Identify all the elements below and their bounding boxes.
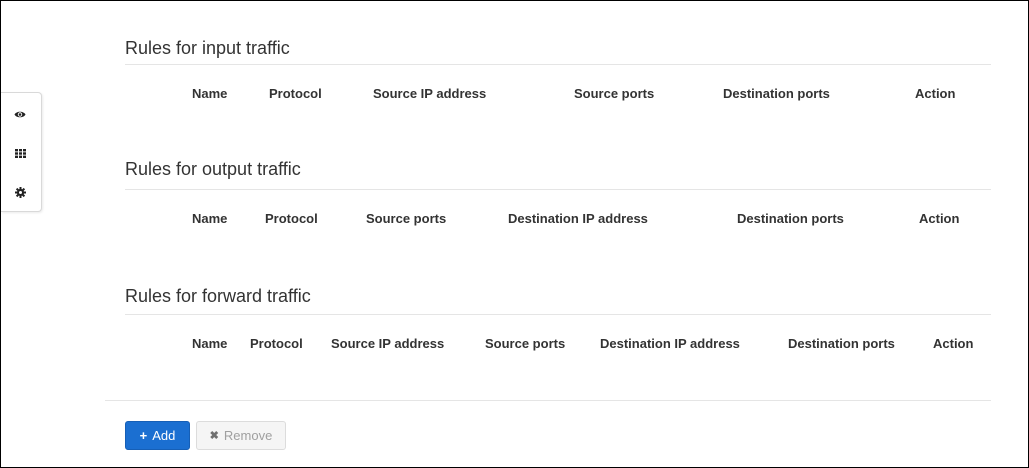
add-button[interactable]: + Add — [125, 421, 190, 450]
column-header-protocol[interactable]: Protocol — [269, 86, 322, 101]
column-header-name[interactable]: Name — [192, 211, 227, 226]
column-header-destination-ports[interactable]: Destination ports — [737, 211, 844, 226]
column-header-name[interactable]: Name — [192, 336, 227, 351]
column-header-action[interactable]: Action — [933, 336, 973, 351]
column-header-source-ip[interactable]: Source IP address — [331, 336, 444, 351]
section-title-input: Rules for input traffic — [125, 38, 290, 58]
remove-button[interactable]: ✖ Remove — [196, 421, 286, 450]
side-toolbar — [1, 92, 42, 212]
plus-icon: + — [139, 428, 148, 443]
column-header-destination-ip[interactable]: Destination IP address — [600, 336, 740, 351]
section-title-forward: Rules for forward traffic — [125, 286, 311, 306]
gear-icon[interactable] — [12, 184, 28, 200]
eye-icon[interactable] — [12, 106, 28, 122]
section-title-output: Rules for output traffic — [125, 159, 301, 179]
column-header-destination-ports[interactable]: Destination ports — [723, 86, 830, 101]
column-header-action[interactable]: Action — [915, 86, 955, 101]
grid-icon[interactable] — [12, 145, 28, 161]
column-header-name[interactable]: Name — [192, 86, 227, 101]
column-header-source-ports[interactable]: Source ports — [574, 86, 654, 101]
remove-button-label: Remove — [223, 428, 273, 443]
column-header-destination-ip[interactable]: Destination IP address — [508, 211, 648, 226]
column-header-protocol[interactable]: Protocol — [265, 211, 318, 226]
actions-divider — [105, 400, 991, 401]
section-divider — [125, 64, 991, 65]
column-header-source-ports[interactable]: Source ports — [485, 336, 565, 351]
column-header-source-ip[interactable]: Source IP address — [373, 86, 486, 101]
section-divider — [125, 189, 991, 190]
column-header-protocol[interactable]: Protocol — [250, 336, 303, 351]
column-header-destination-ports[interactable]: Destination ports — [788, 336, 895, 351]
section-divider — [125, 314, 991, 315]
close-icon: ✖ — [209, 430, 219, 442]
firewall-rules-page: Rules for input traffic Name Protocol So… — [0, 0, 1029, 468]
add-button-label: Add — [152, 428, 176, 443]
column-header-source-ports[interactable]: Source ports — [366, 211, 446, 226]
column-header-action[interactable]: Action — [919, 211, 959, 226]
